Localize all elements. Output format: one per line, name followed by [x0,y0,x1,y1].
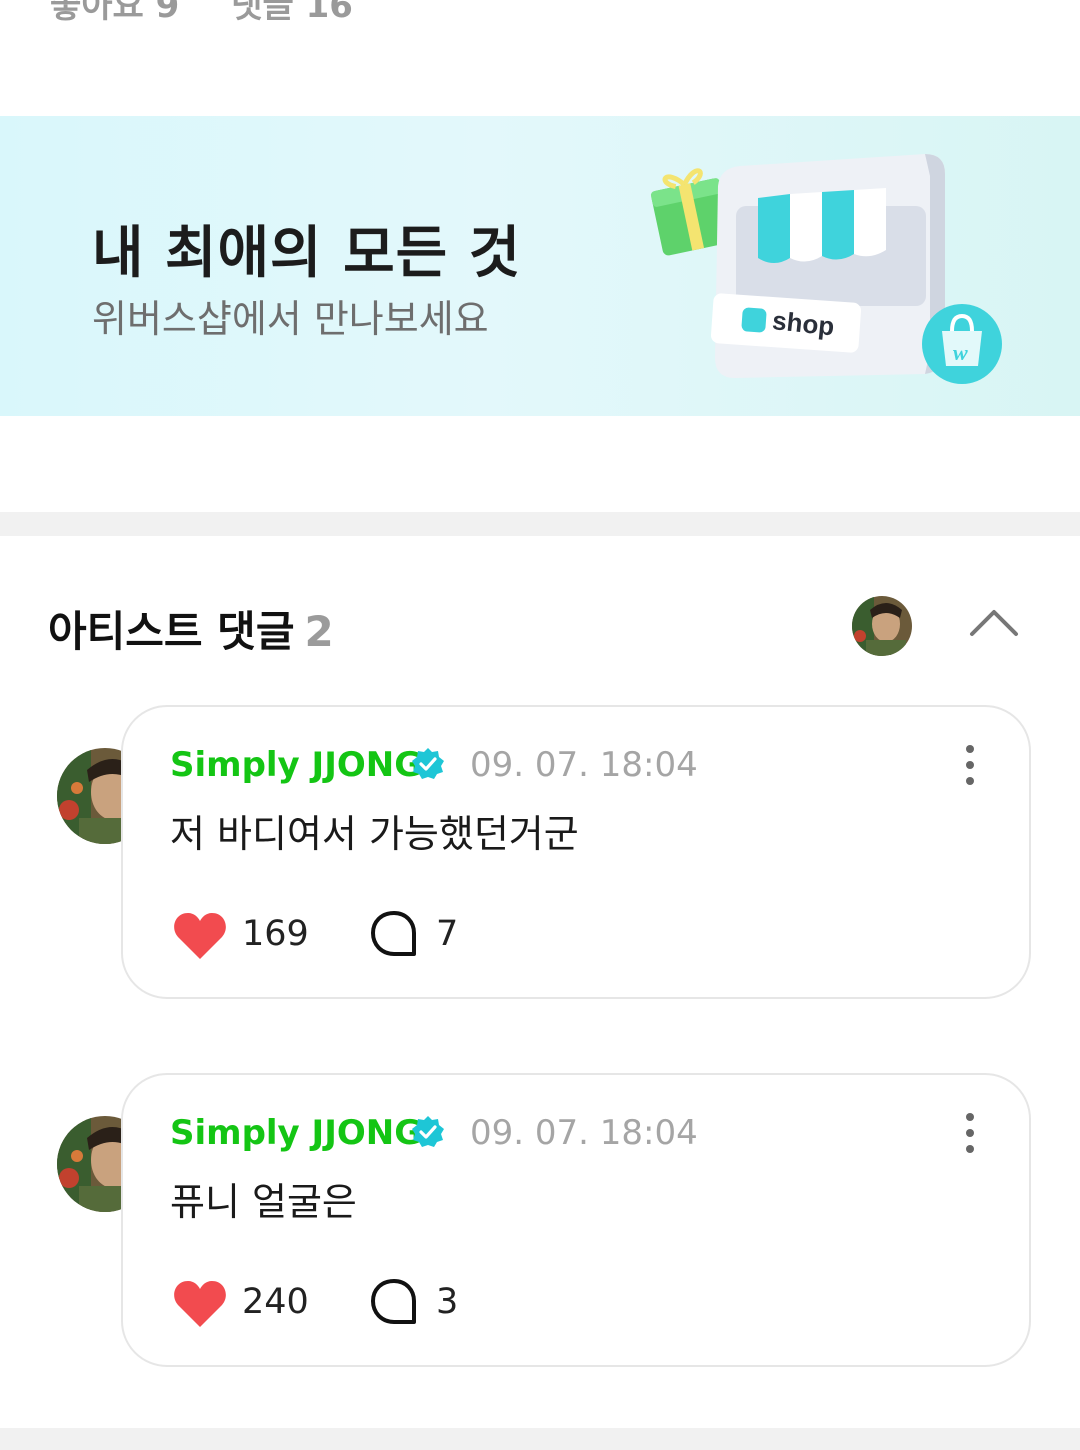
comment-text: 퓨니 얼굴은 [170,1180,357,1224]
artist-avatar[interactable] [852,596,912,656]
reply-bubble-icon[interactable] [369,1277,419,1327]
reply-bubble-icon[interactable] [369,909,419,959]
shop-banner[interactable]: 내 최애의 모든 것 위버스샵에서 만나보세요 shop w [0,116,1080,416]
bag-letter: w [953,340,968,365]
artist-comments-label: 아티스트 댓글 [48,607,295,656]
comment-card: Simply JJONG 09. 07. 18:04 저 바디여서 가능했던거군… [121,705,1031,999]
more-options-icon[interactable] [955,743,985,787]
heart-icon[interactable] [173,911,227,961]
reply-count: 3 [436,1282,459,1322]
artist-comments-title: 아티스트 댓글 2 [48,598,334,659]
section-divider [0,1428,1080,1450]
comment-timestamp: 09. 07. 18:04 [470,745,698,785]
reply-count: 7 [436,914,459,954]
shopping-bag-icon: w [922,304,1002,384]
comment-text: 저 바디여서 가능했던거군 [170,812,579,856]
post-stats: 좋아요 9 댓글 16 [50,0,393,27]
comment-card: Simply JJONG 09. 07. 18:04 퓨니 얼굴은 240 3 [121,1073,1031,1367]
comment-timestamp: 09. 07. 18:04 [470,1113,698,1153]
banner-subtitle: 위버스샵에서 만나보세요 [92,297,489,341]
verified-badge-icon [412,1116,444,1147]
like-count: 169 [242,914,309,954]
comment-author[interactable]: Simply JJONG [170,745,422,785]
section-divider [0,512,1080,536]
verified-badge-icon [412,748,444,779]
artist-comments-count: 2 [304,607,334,656]
heart-icon[interactable] [173,1279,227,1329]
shop-illustration: shop w [650,154,1002,384]
collapse-chevron-up-icon[interactable] [964,600,1024,650]
more-options-icon[interactable] [955,1111,985,1155]
like-count: 240 [242,1282,309,1322]
likes-stat[interactable]: 좋아요 9 [50,0,179,26]
comment-author[interactable]: Simply JJONG [170,1113,422,1153]
banner-title: 내 최애의 모든 것 [92,221,522,286]
comments-stat[interactable]: 댓글 16 [231,0,353,26]
